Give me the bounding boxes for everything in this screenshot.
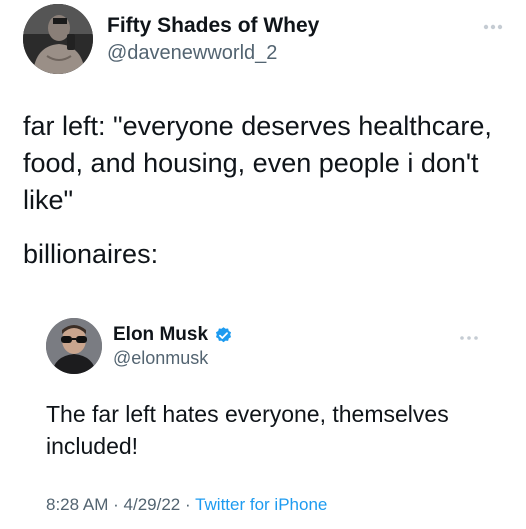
quoted-display-name[interactable]: Elon Musk xyxy=(113,324,208,346)
outer-tweet-text: far left: "everyone deserves healthcare,… xyxy=(23,111,492,215)
outer-author-avatar[interactable] xyxy=(23,4,93,74)
meta-separator: · xyxy=(113,495,119,514)
quoted-handle[interactable]: @elonmusk xyxy=(113,348,208,369)
quoted-tweet-card[interactable]: Elon Musk @elonmusk The far left hates e… xyxy=(0,296,526,529)
outer-tweet-text-2: billionaires: xyxy=(23,239,159,269)
verified-badge-icon xyxy=(215,326,232,342)
more-options-icon[interactable] xyxy=(459,334,479,342)
tweet-source-link[interactable]: Twitter for iPhone xyxy=(195,495,327,514)
tweet-time[interactable]: 8:28 AM xyxy=(46,495,108,514)
tweet-date[interactable]: 4/29/22 xyxy=(124,495,181,514)
outer-handle[interactable]: @davenewworld_2 xyxy=(107,42,277,65)
outer-display-name[interactable]: Fifty Shades of Whey xyxy=(107,14,319,38)
quoted-author-avatar[interactable] xyxy=(46,318,102,374)
avatar-image xyxy=(46,318,102,374)
quoted-name-row: Elon Musk xyxy=(113,324,233,346)
quoted-tweet-text: The far left hates everyone, themselves … xyxy=(46,401,449,459)
more-options-icon[interactable] xyxy=(482,22,504,32)
avatar-image xyxy=(23,4,93,74)
tweet-meta: 8:28 AM · 4/29/22 · Twitter for iPhone xyxy=(46,495,327,515)
meta-separator: · xyxy=(184,495,191,514)
